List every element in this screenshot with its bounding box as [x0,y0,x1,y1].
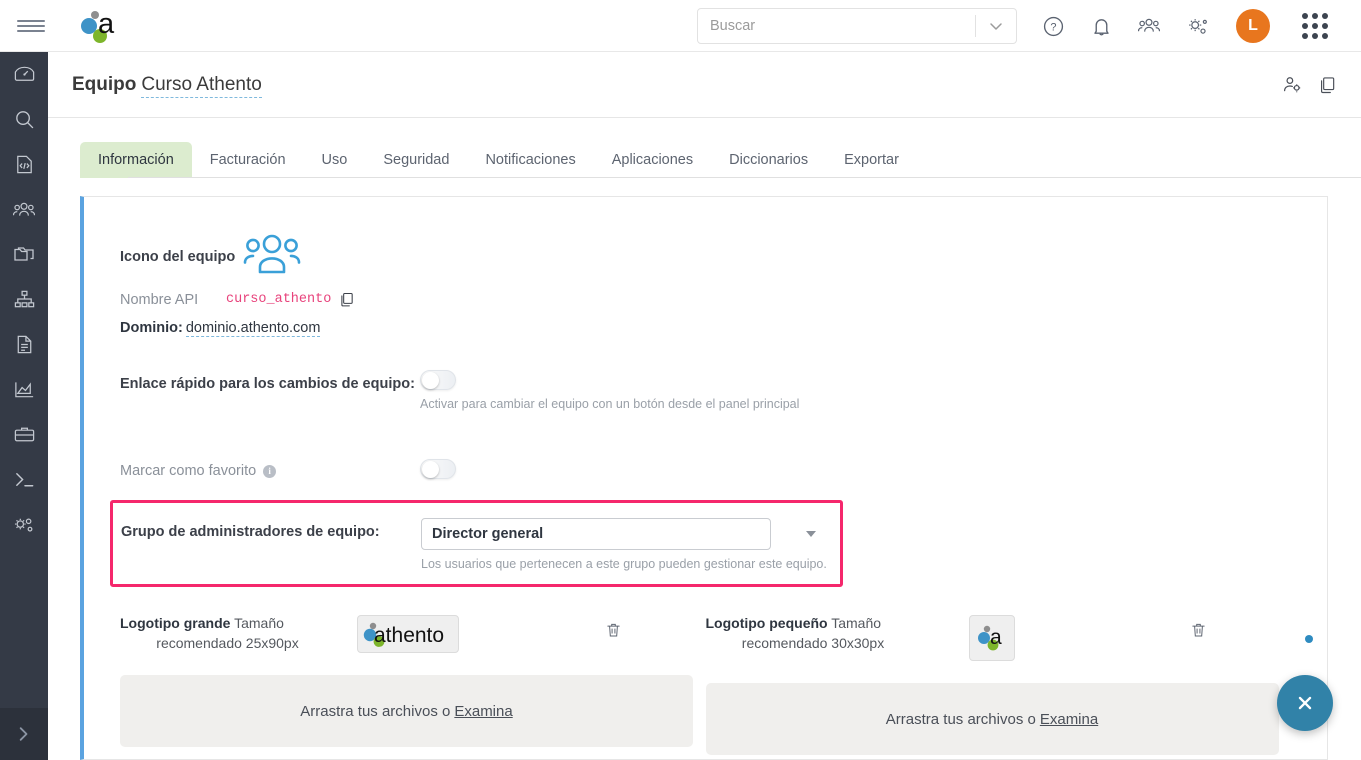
api-name-value: curso_athento [226,292,332,307]
team-group-icon[interactable] [243,233,301,282]
athento-small-logo-thumb[interactable]: a [968,615,1015,661]
team-name-editable[interactable]: Curso Athento [141,73,262,98]
tab-diccionarios[interactable]: Diccionarios [711,142,826,179]
logo-large-browse-link[interactable]: Examina [454,703,512,720]
page-title-prefix: Equipo [72,73,137,95]
tab-aplicaciones[interactable]: Aplicaciones [594,142,711,179]
quick-link-toggle[interactable] [420,370,456,390]
logo-large-dropzone-text: Arrastra tus archivos o [300,702,451,720]
athento-logo[interactable]: a [74,6,130,46]
sidebar-item-dashboard[interactable] [0,52,48,97]
sidebar-item-code-file[interactable] [0,142,48,187]
page-header-actions [1282,74,1337,95]
team-icon-row: Icono del equipo [120,229,1291,285]
page-title: Equipo Curso Athento [72,73,262,98]
tab-exportar[interactable]: Exportar [826,142,917,179]
logo-small-title-line: Logotipo pequeño Tamaño [706,615,921,631]
tab-bar-divider [128,177,1361,178]
logos-section: Logotipo grande Tamaño recomendado 25x90… [120,615,1291,755]
left-sidebar [0,52,48,760]
admin-group-hint: Los usuarios que pertenecen a este grupo… [421,557,827,571]
domain-row: Dominio: dominio.athento.com [120,320,1291,337]
admin-group-highlight-box: Grupo de administradores de equipo: Dire… [110,500,843,587]
close-fab-button[interactable] [1277,675,1333,731]
top-bar: a ? L [0,0,1361,52]
trash-icon[interactable] [1190,615,1207,644]
trash-icon[interactable] [605,615,622,644]
logo-large-column: Logotipo grande Tamaño recomendado 25x90… [120,615,706,755]
quick-link-label: Enlace rápido para los cambios de equipo… [120,376,415,392]
sidebar-item-settings[interactable] [0,502,48,547]
settings-gear-icon[interactable] [1184,13,1210,39]
tab-uso[interactable]: Uso [304,142,366,179]
information-panel: Icono del equipo Nombre API curso_athent… [80,196,1328,760]
sidebar-item-terminal[interactable] [0,457,48,502]
sidebar-expand-button[interactable] [0,708,48,760]
tab-informacion[interactable]: Información [80,141,192,178]
favorite-label: Marcar como favorito [120,463,257,479]
athento-large-logo-thumb[interactable]: athento [357,615,459,653]
tab-seguridad[interactable]: Seguridad [365,142,467,179]
info-icon[interactable]: i [263,464,277,478]
admin-group-label: Grupo de administradores de equipo: [121,524,380,540]
users-icon[interactable] [1136,13,1162,39]
logo-small-column: Logotipo pequeño Tamaño recomendado 30x3… [705,615,1292,755]
logo-large-title: Logotipo grande [120,615,231,631]
favorite-row: Marcar como favorito i [120,459,1291,479]
team-icon-label: Icono del equipo [120,249,236,265]
sidebar-item-sitemap[interactable] [0,277,48,322]
tab-facturacion[interactable]: Facturación [192,142,304,179]
topbar-icon-group: ? L [1040,0,1328,52]
api-name-label: Nombre API [120,291,199,308]
domain-label: Dominio: [120,320,183,336]
logo-small-size-1: Tamaño [831,615,882,631]
help-icon[interactable]: ? [1040,13,1066,39]
logo-small-dropzone-text: Arrastra tus archivos o [885,710,1036,728]
logo-large-header: Logotipo grande Tamaño recomendado 25x90… [120,615,706,653]
admin-group-select-wrap: Director general [421,518,827,550]
sidebar-item-analytics[interactable] [0,367,48,412]
logo-large-size-2: recomendado 25x90px [156,635,299,651]
logo-large-dropzone[interactable]: Arrastra tus archivos o Examina [120,675,693,747]
quick-link-hint: Activar para cambiar el equipo con un bo… [420,397,800,411]
api-name-row: Nombre API curso_athento [120,291,1291,308]
logo-small-size-2: recomendado 30x30px [741,635,885,651]
sidebar-item-briefcase[interactable] [0,412,48,457]
sidebar-item-users[interactable] [0,187,48,232]
svg-text:a: a [990,626,1002,649]
chevron-down-icon[interactable] [805,531,816,537]
domain-value[interactable]: dominio.athento.com [185,320,321,337]
notifications-bell-icon[interactable] [1088,13,1114,39]
svg-text:athento: athento [374,624,444,647]
page-header: Equipo Curso Athento [48,52,1361,118]
logo-large-size-1: Tamaño [234,615,284,631]
chevron-down-icon[interactable] [976,18,1016,34]
status-dot [1305,635,1313,643]
svg-text:?: ? [1050,21,1056,33]
search-input[interactable] [698,9,975,43]
copy-icon[interactable] [338,291,355,308]
quick-link-row: Enlace rápido para los cambios de equipo… [120,370,1291,411]
favorite-label-wrap: Marcar como favorito i [120,459,420,479]
tab-bar: Información Facturación Uso Seguridad No… [48,118,1361,178]
admin-group-select[interactable]: Director general [421,518,771,550]
avatar[interactable]: L [1236,9,1270,43]
favorite-toggle[interactable] [420,459,456,479]
apps-grid-icon[interactable] [1302,13,1328,39]
sidebar-item-search[interactable] [0,97,48,142]
svg-text:a: a [98,8,115,40]
hamburger-menu-icon[interactable] [0,17,62,35]
user-gear-icon[interactable] [1282,74,1303,95]
sidebar-item-folders[interactable] [0,232,48,277]
tab-notificaciones[interactable]: Notificaciones [467,142,593,179]
sidebar-item-documents[interactable] [0,322,48,367]
search-box[interactable] [697,8,1017,44]
logo-large-title-line: Logotipo grande Tamaño [120,615,335,631]
logo-small-title: Logotipo pequeño [705,615,828,631]
logo-small-dropzone[interactable]: Arrastra tus archivos o Examina [705,683,1279,755]
logo-small-browse-link[interactable]: Examina [1040,711,1098,728]
logo-small-header: Logotipo pequeño Tamaño recomendado 30x3… [706,615,1292,661]
copy-icon[interactable] [1317,75,1337,95]
